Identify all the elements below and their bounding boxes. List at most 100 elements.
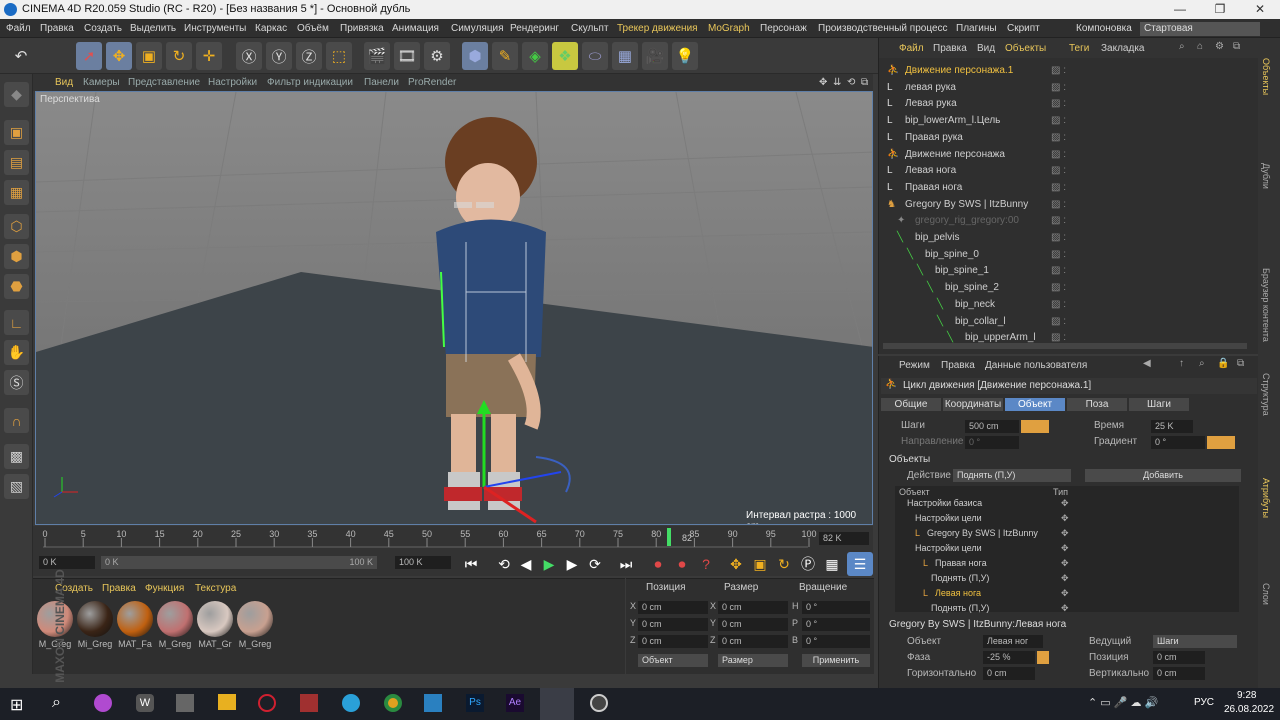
x-axis-icon[interactable]: Ⓧ (236, 42, 262, 70)
visibility-toggle-icon[interactable]: ▨ : (1051, 162, 1066, 179)
object-row[interactable]: ╲ bip_neck ▨ : (879, 296, 1249, 313)
key-pla-icon[interactable]: ▦ (819, 552, 845, 576)
visibility-toggle-icon[interactable]: ▨ : (1051, 95, 1066, 112)
om-menu-edit[interactable]: Правка (933, 43, 967, 54)
record-icon[interactable]: ⏺ (645, 552, 671, 576)
light-icon[interactable]: 💡 (672, 42, 698, 70)
edges-mode-icon[interactable]: ⬢ (4, 244, 29, 269)
motion-list-item[interactable]: Настройки базиса ✥ (895, 496, 1239, 511)
coord-rotation-field[interactable]: 0 ° (802, 635, 870, 648)
am-menu-edit[interactable]: Правка (941, 360, 975, 371)
visibility-toggle-icon[interactable]: ▨ : (1051, 279, 1066, 296)
motion-objects-list[interactable]: Объект Тип Настройки базиса ✥ Настройки це… (895, 486, 1239, 613)
om-horizontal-scrollbar[interactable] (883, 343, 1247, 349)
coord-position-field[interactable]: 0 cm (638, 601, 708, 614)
start-frame-field[interactable]: 0 K (39, 556, 95, 569)
am-menu-mode[interactable]: Режим (899, 360, 930, 371)
action-select[interactable]: Поднять (П,У) (953, 469, 1071, 482)
menu-render[interactable]: Рендеринг (510, 19, 559, 38)
am-menu-userdata[interactable]: Данные пользователя (985, 360, 1087, 371)
workplane-icon[interactable]: ▦ (4, 180, 29, 205)
steps-field[interactable]: 500 cm (965, 420, 1019, 433)
menu-mograph[interactable]: MoGraph (708, 19, 750, 38)
recent-tool-icon[interactable]: ✛ (196, 42, 222, 70)
keyframe-selection-icon[interactable]: ? (693, 552, 719, 576)
visibility-toggle-icon[interactable]: ▨ : (1051, 62, 1066, 79)
position-field[interactable]: 0 cm (1153, 651, 1205, 664)
material-menu-edit[interactable]: Правка (102, 583, 136, 594)
next-key-icon[interactable]: ⟳ (582, 552, 608, 576)
snap-icon[interactable]: Ⓢ (4, 370, 29, 395)
material-swatch[interactable] (237, 601, 273, 637)
autokey-icon[interactable]: ⏺ (669, 552, 695, 576)
visibility-toggle-icon[interactable]: ▨ : (1051, 229, 1066, 246)
material-swatch[interactable] (77, 601, 113, 637)
visibility-toggle-icon[interactable]: ▨ : (1051, 313, 1066, 330)
viewport-zoom-icon[interactable]: ⇊ (833, 74, 841, 91)
go-to-end-icon[interactable]: ⏭ (613, 552, 639, 576)
close-button[interactable]: ✕ (1240, 0, 1280, 19)
motion-list-item[interactable]: Настройки цели ✥ (895, 541, 1239, 556)
gradient-field[interactable]: 0 ° (1151, 436, 1205, 449)
end-frame-field[interactable]: 100 K (395, 556, 451, 569)
menu-animation[interactable]: Анимация (392, 19, 439, 38)
menu-script[interactable]: Скрипт (1007, 19, 1040, 38)
horizontal-field[interactable]: 0 cm (983, 667, 1035, 680)
motion-list-item[interactable]: Поднять (П,У) ✥ (895, 571, 1239, 586)
menu-edit[interactable]: Правка (40, 19, 74, 38)
object-row[interactable]: L Правая рука ▨ : (879, 129, 1249, 146)
viewport-menu-panels[interactable]: Панели (364, 74, 399, 91)
cinema4d-taskbar-icon[interactable] (540, 688, 574, 720)
cloner-icon[interactable]: ❖ (552, 42, 578, 70)
om-new-window-icon[interactable]: ⧉ (1233, 41, 1240, 52)
search-icon[interactable]: ⌕ (52, 694, 61, 712)
visibility-toggle-icon[interactable]: ▨ : (1051, 79, 1066, 96)
gradient-slider[interactable] (1207, 436, 1235, 449)
coord-rotation-field[interactable]: 0 ° (802, 618, 870, 631)
om-menu-tags[interactable]: Теги (1069, 43, 1089, 54)
object-row[interactable]: Lbip_lowerArm_l.Цель ▨ : (879, 112, 1249, 129)
magnet-icon[interactable]: ∩ (4, 408, 29, 433)
side-tab[interactable]: Атрибуты (1261, 478, 1271, 518)
visibility-toggle-icon[interactable]: ▨ : (1051, 212, 1066, 229)
visibility-toggle-icon[interactable]: ▨ : (1051, 112, 1066, 129)
timeline-playhead[interactable] (667, 528, 671, 546)
viewport-menu-display[interactable]: Представление (128, 74, 200, 91)
render-view-icon[interactable]: 🎬 (364, 42, 390, 70)
tab-coordinates[interactable]: Координаты (943, 398, 1003, 411)
tab-pose[interactable]: Поза (1067, 398, 1127, 411)
add-button[interactable]: Добавить (1085, 469, 1241, 482)
om-menu-bookmarks[interactable]: Закладка (1101, 43, 1144, 54)
deformer-icon[interactable]: ⬭ (582, 42, 608, 70)
key-position-icon[interactable]: ✥ (723, 552, 749, 576)
menu-simulation[interactable]: Симуляция (451, 19, 504, 38)
planar-workplane-icon[interactable]: ▧ (4, 474, 29, 499)
menu-motion-tracker[interactable]: Трекер движения (617, 19, 698, 38)
polygons-mode-icon[interactable]: ⬣ (4, 274, 29, 299)
menu-snap[interactable]: Привязка (340, 19, 384, 38)
motion-list-item[interactable]: Поднять (П,У) ✥ (895, 601, 1239, 616)
visibility-toggle-icon[interactable]: ▨ : (1051, 246, 1066, 263)
am-new-window-icon[interactable]: ⧉ (1237, 358, 1244, 369)
points-mode-icon[interactable]: ⬡ (4, 214, 29, 239)
model-mode-icon[interactable]: ▣ (4, 120, 29, 145)
phase-field[interactable]: -25 % (983, 651, 1035, 664)
object-link-field[interactable]: Левая ног (983, 635, 1043, 648)
telegram-icon[interactable] (342, 694, 360, 712)
viewport-menu-view[interactable]: Вид (55, 74, 73, 91)
menu-file[interactable]: Файл (6, 19, 31, 38)
visibility-toggle-icon[interactable]: ▨ : (1051, 262, 1066, 279)
subdivision-icon[interactable]: ◈ (522, 42, 548, 70)
visibility-toggle-icon[interactable]: ▨ : (1051, 196, 1066, 213)
coord-position-field[interactable]: 0 cm (638, 635, 708, 648)
menu-character[interactable]: Персонаж (760, 19, 807, 38)
menu-sculpt[interactable]: Скульпт (571, 19, 609, 38)
object-row[interactable]: L Правая нога ▨ : (879, 179, 1249, 196)
object-row[interactable]: L Левая рука ▨ : (879, 95, 1249, 112)
menu-volume[interactable]: Объём (297, 19, 329, 38)
pen-spline-icon[interactable]: ✎ (492, 42, 518, 70)
undo-icon[interactable]: ↶ (8, 42, 34, 70)
clock-date[interactable]: 26.08.2022 (1224, 704, 1274, 715)
tab-steps[interactable]: Шаги (1129, 398, 1189, 411)
am-back-icon[interactable]: ◀ (1143, 358, 1151, 369)
